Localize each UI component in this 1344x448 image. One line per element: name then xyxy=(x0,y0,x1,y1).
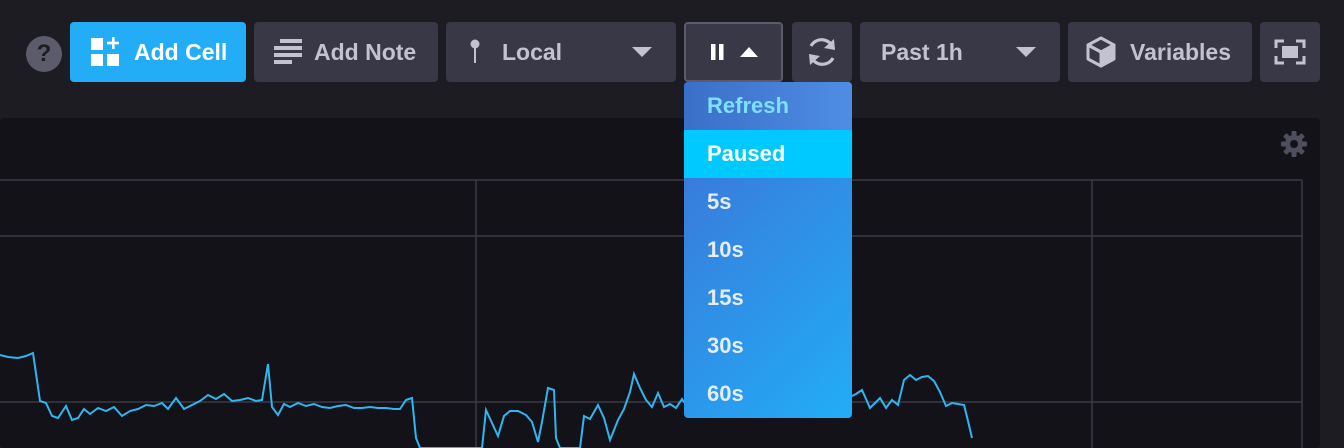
graph-cell xyxy=(0,118,1320,448)
refresh-button[interactable] xyxy=(792,22,852,82)
add-note-label: Add Note xyxy=(314,38,417,65)
autorefresh-menu: Refresh Paused 5s 10s 15s 30s 60s xyxy=(684,82,852,418)
add-cell-icon xyxy=(91,37,119,66)
chevron-down-icon xyxy=(1016,47,1036,57)
presentation-mode-button[interactable] xyxy=(1260,22,1320,82)
autorefresh-menu-header: Refresh xyxy=(684,82,852,130)
gear-icon[interactable] xyxy=(1280,130,1308,158)
add-cell-label: Add Cell xyxy=(134,38,228,65)
time-range-dropdown[interactable]: Past 1h xyxy=(860,22,1060,82)
autorefresh-option-5s[interactable]: 5s xyxy=(684,178,852,226)
time-range-label: Past 1h xyxy=(881,38,963,65)
chevron-down-icon xyxy=(632,47,652,57)
autorefresh-toggle[interactable] xyxy=(684,22,783,82)
source-label: Local xyxy=(502,38,563,65)
line-graph xyxy=(0,179,1303,448)
fullscreen-icon xyxy=(1274,39,1306,65)
variables-label: Variables xyxy=(1130,38,1232,65)
cube-icon xyxy=(1086,36,1116,68)
refresh-icon xyxy=(809,38,835,66)
add-cell-button[interactable]: Add Cell xyxy=(70,22,246,82)
add-note-icon xyxy=(274,39,302,64)
autorefresh-option-30s[interactable]: 30s xyxy=(684,322,852,370)
variables-button[interactable]: Variables xyxy=(1068,22,1252,82)
pause-icon xyxy=(710,44,723,60)
help-icon[interactable]: ? xyxy=(26,36,62,72)
pin-icon xyxy=(470,39,480,63)
chevron-up-icon xyxy=(739,47,758,57)
autorefresh-option-15s[interactable]: 15s xyxy=(684,274,852,322)
autorefresh-option-10s[interactable]: 10s xyxy=(684,226,852,274)
source-dropdown[interactable]: Local xyxy=(446,22,676,82)
autorefresh-option-60s[interactable]: 60s xyxy=(684,370,852,418)
add-note-button[interactable]: Add Note xyxy=(254,22,438,82)
autorefresh-option-paused[interactable]: Paused xyxy=(684,130,852,178)
